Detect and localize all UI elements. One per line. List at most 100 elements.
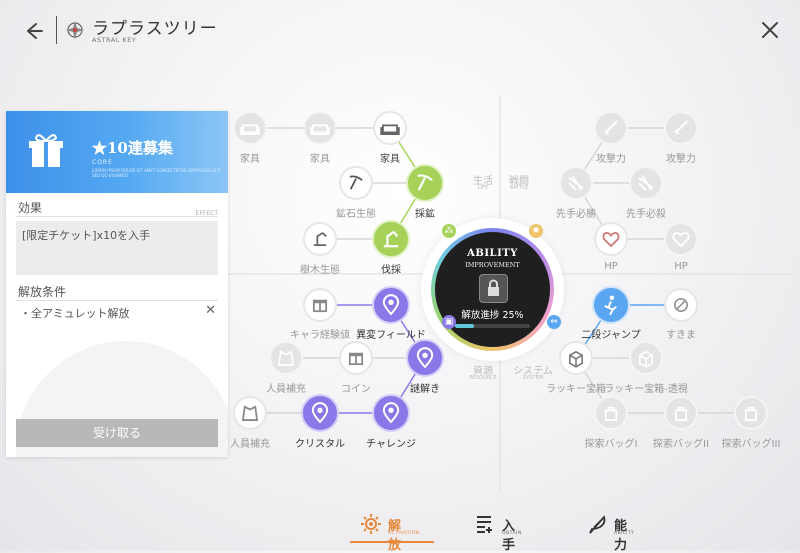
node-furniture-1[interactable] [233, 111, 267, 145]
sun-gear-icon [361, 514, 381, 534]
list-icon [477, 516, 492, 533]
ability-hub[interactable]: ABILITY IMPROVEMENT 解放進捗 25% ⁂ ✹ ▣ ⇔ [421, 218, 564, 361]
strike-icon [638, 175, 654, 191]
node-bag-1[interactable] [594, 396, 628, 430]
pin-icon [311, 402, 329, 424]
lumber-icon [383, 230, 399, 248]
lock-icon [479, 274, 508, 303]
node-lumber[interactable] [372, 220, 410, 258]
progress-bar [455, 324, 530, 328]
node-hp-2[interactable] [664, 222, 698, 256]
condition-row: ・全アミュレット解放 ✕ [16, 303, 218, 321]
battle-badge-icon: ✹ [529, 224, 543, 238]
node-double-jump[interactable] [592, 286, 630, 324]
pin-icon [416, 347, 434, 369]
label-atk-2: 攻撃力 [666, 154, 696, 165]
condition-divider [16, 300, 218, 301]
node-first-1[interactable] [559, 166, 593, 200]
pickaxe-icon [417, 174, 433, 191]
uniform-icon [241, 405, 259, 421]
label-lucky-2: ラッキー宝箱-透視 [604, 384, 688, 395]
strike-icon [568, 175, 584, 191]
gift-icon [348, 352, 364, 366]
reward-desc: LOREM IPSUM DOLOR SIT AMET CONSECTETUR A… [92, 168, 221, 178]
label-bag-3: 探索バッグIII [721, 439, 781, 450]
effect-text: [限定チケット]x10を入手 [22, 229, 151, 242]
label-riddle: 謎解き [410, 384, 440, 395]
bag-icon [674, 406, 688, 421]
node-ore[interactable] [339, 166, 373, 200]
category-battle-en: BATTLE [509, 185, 529, 191]
hub-title: ABILITY [467, 248, 518, 259]
detail-panel: ★10連募集 CORE LOREM IPSUM DOLOR SIT AMET C… [6, 111, 228, 457]
label-gather: 採鉱 [415, 209, 435, 220]
label-hp-2: HP [674, 261, 688, 272]
nav-release-en: ACTIVATION [388, 531, 420, 536]
reward-banner: ★10連募集 CORE LOREM IPSUM DOLOR SIT AMET C… [6, 111, 228, 193]
label-gap: すきま [666, 330, 696, 341]
node-crystal[interactable] [301, 394, 339, 432]
sword-icon [674, 120, 688, 135]
node-recruit-2[interactable] [233, 396, 267, 430]
nav-ability-en: ABILITY [614, 531, 635, 536]
pin-icon [382, 402, 400, 424]
node-tree[interactable] [303, 222, 337, 256]
sword-icon [604, 120, 618, 135]
node-recruit-1[interactable] [269, 341, 303, 375]
system-badge-icon: ⇔ [547, 315, 561, 329]
condition-text: ・全アミュレット解放 [20, 307, 130, 320]
pin-icon [382, 294, 400, 316]
feather-icon [589, 515, 606, 534]
progress-fill [455, 324, 474, 328]
reward-subtitle: CORE [92, 159, 113, 166]
gift-icon [29, 134, 63, 167]
bag-icon [744, 406, 758, 421]
bag-icon [604, 406, 618, 421]
label-first-2: 先手必殺 [626, 209, 666, 220]
receive-button[interactable]: 受け取る [16, 419, 218, 447]
effect-divider [16, 216, 218, 217]
lumber-icon [313, 232, 327, 247]
jump-icon [604, 295, 617, 316]
node-bag-3[interactable] [734, 396, 768, 430]
resource-badge-icon: ▣ [442, 315, 456, 329]
condition-label: 解放条件 [18, 285, 67, 299]
node-atk-2[interactable] [664, 111, 698, 145]
sofa-icon [310, 124, 330, 136]
treasure-box-icon [639, 350, 653, 368]
node-gap[interactable] [664, 288, 698, 322]
hub-subtitle: IMPROVEMENT [465, 261, 520, 269]
node-riddle[interactable] [406, 339, 444, 377]
node-lucky-2[interactable] [629, 341, 663, 375]
node-anomaly[interactable] [372, 286, 410, 324]
node-challenge[interactable] [372, 394, 410, 432]
effect-label: 効果 [18, 201, 43, 215]
node-first-2[interactable] [629, 166, 663, 200]
node-charaexp[interactable] [303, 288, 337, 322]
node-atk-1[interactable] [594, 111, 628, 145]
effect-box: [限定チケット]x10を入手 [16, 221, 218, 275]
node-hp-1[interactable] [594, 222, 628, 256]
node-lucky-1[interactable] [559, 341, 593, 375]
treasure-box-icon [569, 350, 583, 368]
node-furniture-3[interactable] [373, 111, 407, 145]
node-furniture-2[interactable] [303, 111, 337, 145]
node-coin[interactable] [339, 341, 373, 375]
condition-unmet-icon: ✕ [205, 303, 216, 318]
no-entry-icon [673, 297, 689, 313]
heart-icon [672, 231, 690, 248]
nav-obtain-en: OBTAIN [502, 531, 522, 536]
uniform-icon [277, 350, 295, 366]
node-gather[interactable] [406, 164, 444, 202]
sofa-icon [380, 124, 400, 136]
heart-icon [602, 231, 620, 248]
reward-title: ★10連募集 [92, 139, 173, 157]
node-bag-2[interactable] [664, 396, 698, 430]
bottom-nav: 解放 ACTIVATION 入手 OBTAIN 能力 ABILITY [0, 505, 800, 553]
gift-icon [312, 299, 328, 313]
nav-active-indicator [350, 541, 434, 543]
life-badge-icon: ⁂ [442, 224, 456, 238]
sofa-icon [240, 124, 260, 136]
label-furniture-3: 家具 [380, 154, 400, 165]
label-challenge: チャレンジ [366, 439, 416, 450]
